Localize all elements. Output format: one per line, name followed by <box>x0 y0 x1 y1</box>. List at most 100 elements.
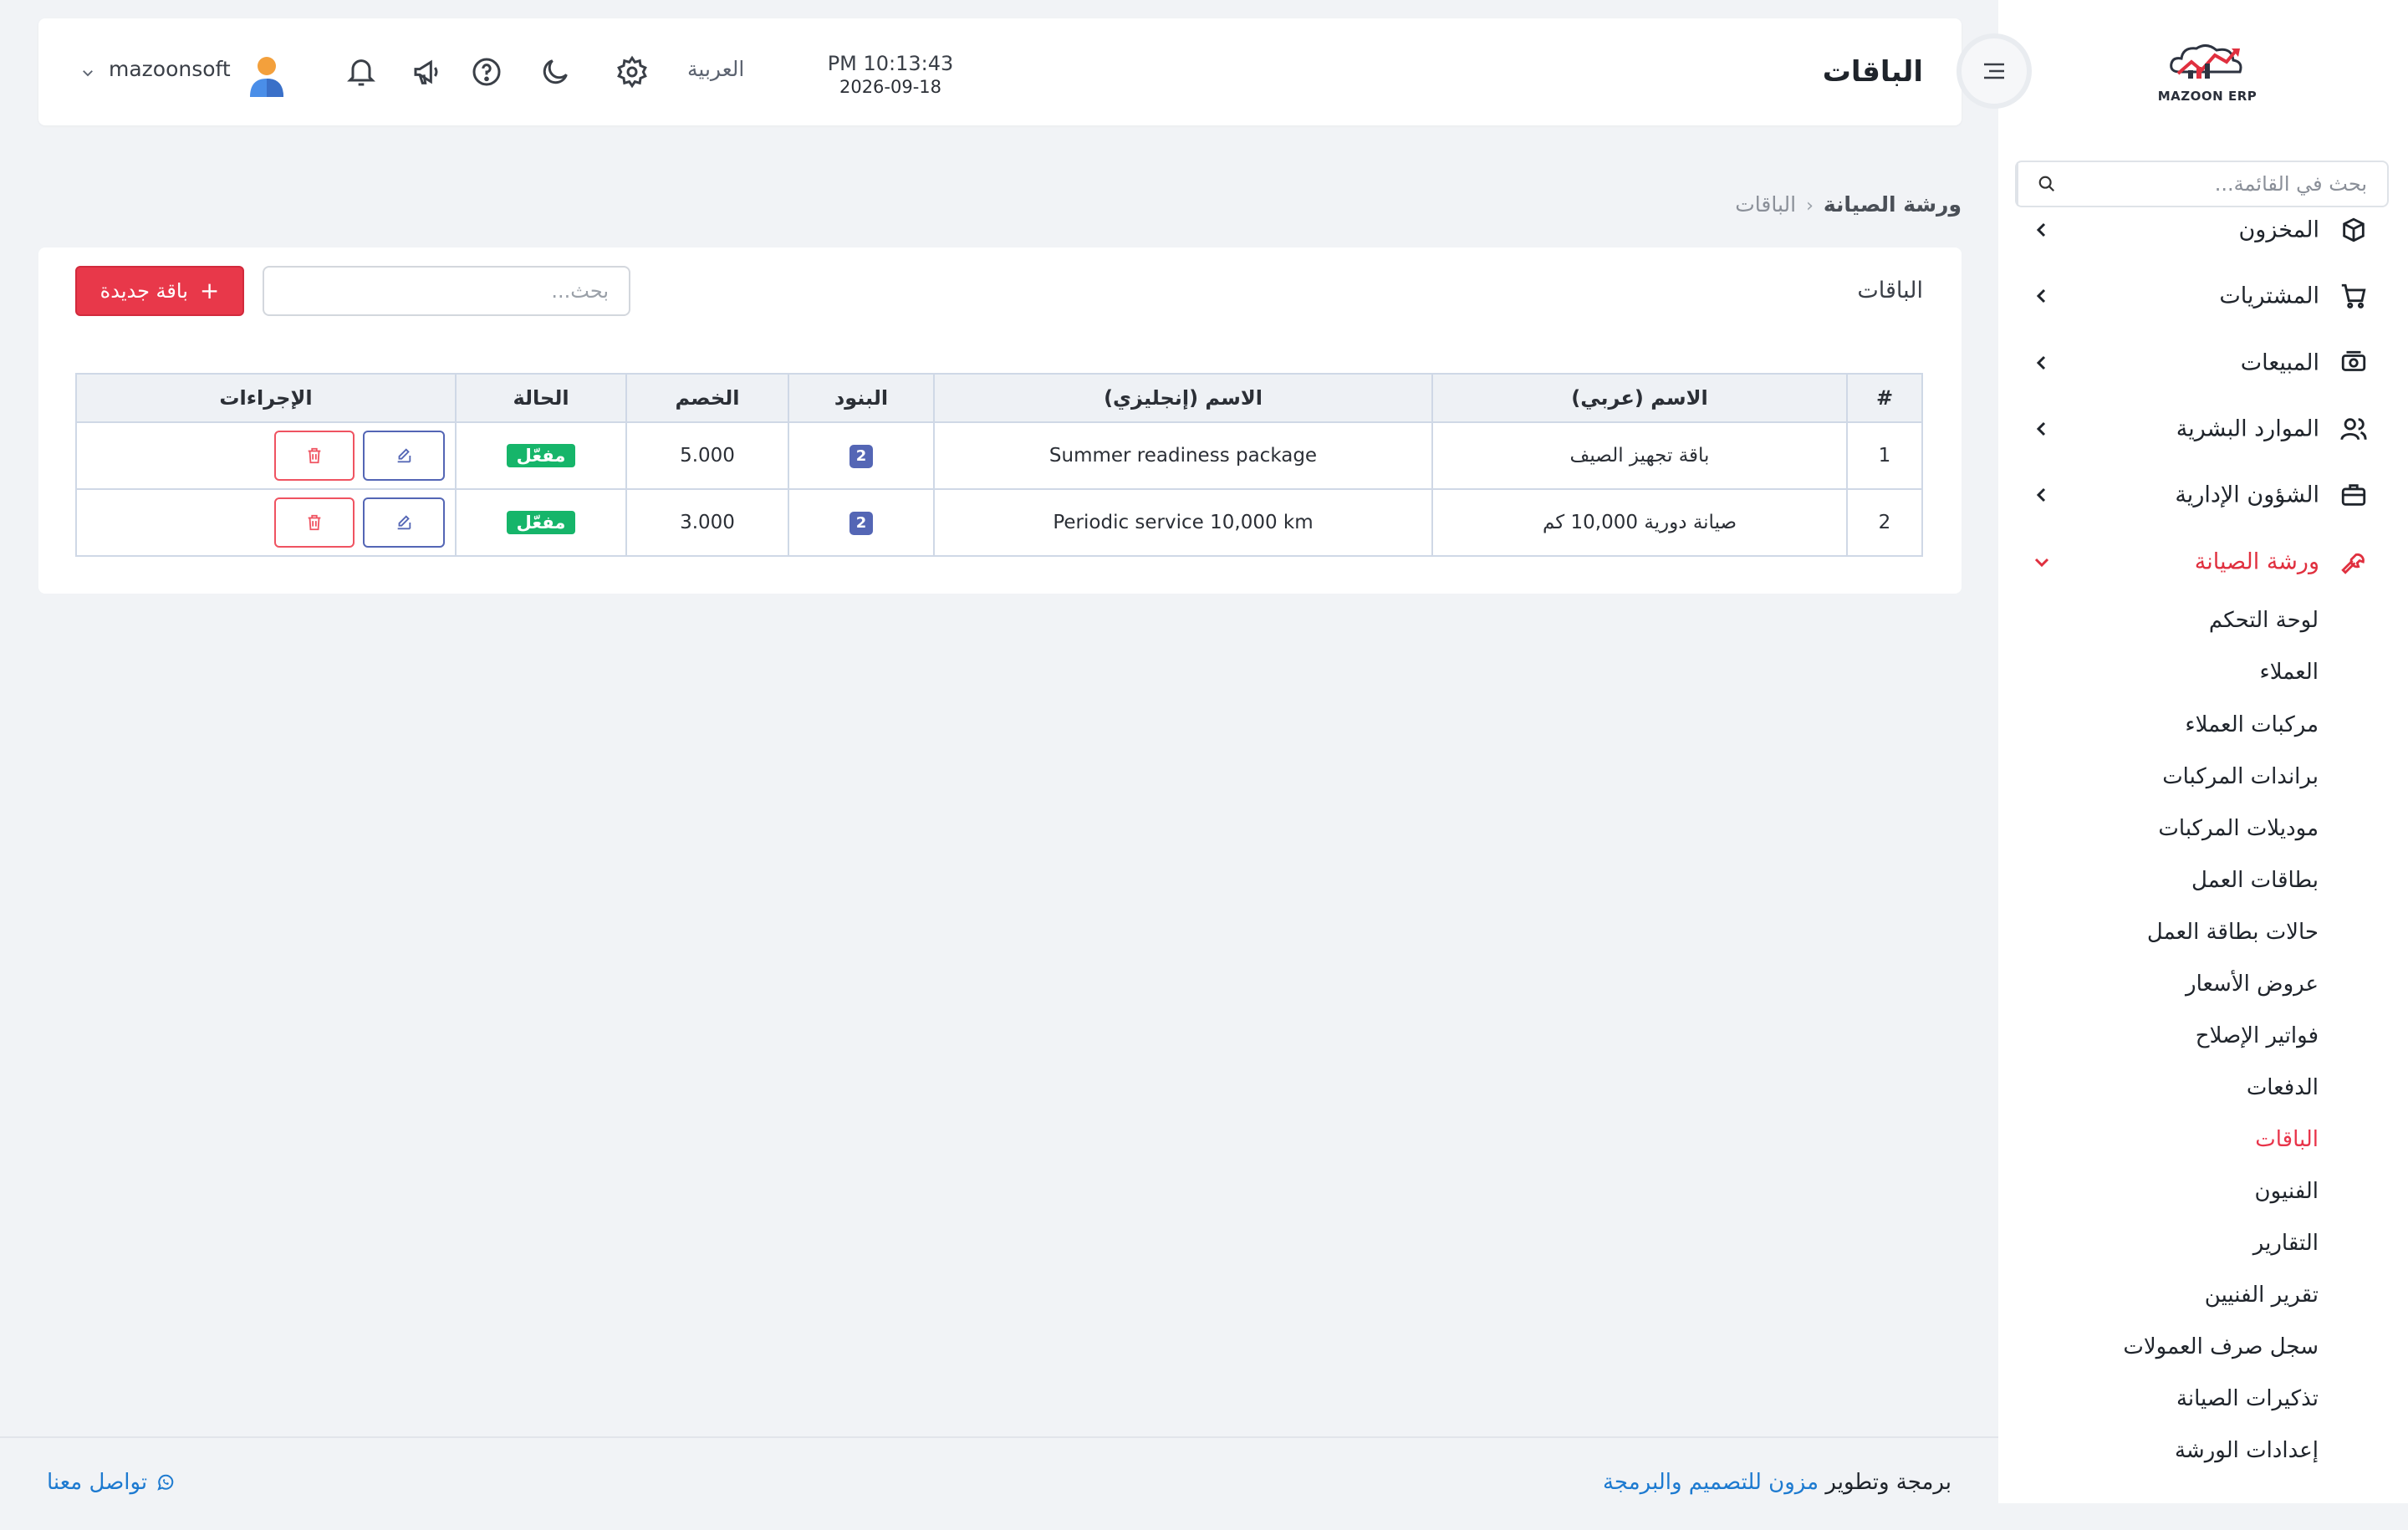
cell-items: 2 <box>788 488 935 557</box>
chevron-left-icon <box>2032 485 2052 505</box>
sidebar-search-input[interactable] <box>2075 162 2387 206</box>
submenu-commission-log[interactable]: سجل صرف العمولات <box>2123 1334 2319 1359</box>
app-logo[interactable]: MAZOON ERP <box>2145 37 2270 112</box>
packages-card: الباقات + باقة جديدة # الاسم (عربي) الاس… <box>38 247 1962 594</box>
megaphone-icon[interactable] <box>411 55 445 89</box>
edit-icon <box>397 448 411 463</box>
status-badge: مفعّل <box>506 511 576 534</box>
contact-link[interactable]: تواصل معنا <box>47 1470 176 1495</box>
submenu-packages[interactable]: الباقات <box>2255 1127 2319 1152</box>
moon-icon[interactable] <box>538 55 572 89</box>
sidebar-item-inventory[interactable]: المخزون <box>1998 205 2408 255</box>
language-switch[interactable]: العربية <box>687 57 744 81</box>
cell-status: مفعّل <box>455 421 627 490</box>
contact-label: تواصل معنا <box>47 1470 148 1495</box>
cell-name-en: Periodic service 10,000 km <box>933 488 1433 557</box>
delete-button[interactable] <box>274 497 355 548</box>
sidebar-item-label: الموارد البشرية <box>2176 416 2319 442</box>
footer-credit: برمجة وتطوير مزون للتصميم والبرمجة <box>1603 1470 1951 1495</box>
col-header-number: # <box>1846 373 1923 423</box>
avatar[interactable] <box>247 55 286 99</box>
submenu-job-card-statuses[interactable]: حالات بطاقة العمل <box>2147 920 2319 945</box>
col-header-items: البنود <box>788 373 935 423</box>
footer-credit-prefix: برمجة وتطوير <box>1825 1470 1951 1495</box>
box-icon <box>2339 216 2368 244</box>
gear-icon[interactable] <box>615 55 649 89</box>
sidebar-search[interactable] <box>2015 161 2389 207</box>
col-header-name-en: الاسم (إنجليزي) <box>933 373 1433 423</box>
footer-divider <box>0 1436 1998 1438</box>
sidebar-item-purchases[interactable]: المشتريات <box>1998 271 2408 321</box>
page-title: الباقات <box>1822 55 1923 89</box>
sidebar-item-label: الشؤون الإدارية <box>2175 482 2319 508</box>
sidebar-item-hr[interactable]: الموارد البشرية <box>1998 404 2408 454</box>
logo-mark-icon <box>2170 44 2242 79</box>
status-badge: مفعّل <box>506 444 576 467</box>
submenu-technicians-report[interactable]: تقرير الفنيين <box>2205 1283 2319 1308</box>
breadcrumb-parent[interactable]: ورشة الصيانة <box>1824 192 1962 217</box>
users-icon <box>2339 415 2368 443</box>
sidebar-item-label: المخزون <box>2238 217 2319 243</box>
help-icon[interactable] <box>470 55 503 89</box>
submenu-vehicle-models[interactable]: موديلات المركبات <box>2158 816 2319 841</box>
briefcase-icon <box>2339 481 2368 509</box>
cell-number: 2 <box>1846 488 1923 557</box>
cell-actions <box>75 421 457 490</box>
submenu-technicians[interactable]: الفنيون <box>2254 1179 2319 1204</box>
chevron-left-icon <box>2032 220 2052 240</box>
submenu-vehicle-brands[interactable]: براندات المركبات <box>2162 764 2319 789</box>
edit-icon <box>397 515 411 530</box>
sidebar-item-sales[interactable]: المبيعات <box>1998 338 2408 388</box>
top-header: الباقات PM 10:13:43 2026-09-18 العربية m… <box>38 18 1962 125</box>
submenu-payments[interactable]: الدفعات <box>2247 1075 2319 1100</box>
chevron-left-icon: ‹ <box>1806 196 1814 217</box>
cell-discount: 5.000 <box>625 421 789 490</box>
sidebar-item-admin[interactable]: الشؤون الإدارية <box>1998 470 2408 520</box>
logo-text: MAZOON ERP <box>2157 89 2258 104</box>
table-row: 1 باقة تجهيز الصيف Summer readiness pack… <box>75 421 1923 490</box>
submenu-repair-invoices[interactable]: فواتير الإصلاح <box>2196 1023 2319 1048</box>
cell-name-ar: صيانة دورية 10,000 كم <box>1431 488 1848 557</box>
breadcrumb: ورشة الصيانة ‹ الباقات <box>1735 192 1962 217</box>
col-header-discount: الخصم <box>625 373 789 423</box>
chevron-down-icon[interactable] <box>80 65 95 80</box>
submenu-reports[interactable]: التقارير <box>2253 1231 2319 1256</box>
username[interactable]: mazoonsoft <box>109 57 231 81</box>
submenu-quotations[interactable]: عروض الأسعار <box>2186 972 2319 997</box>
col-header-name-ar: الاسم (عربي) <box>1431 373 1848 423</box>
table-header-row: # الاسم (عربي) الاسم (إنجليزي) البنود ال… <box>75 373 1923 423</box>
breadcrumb-current: الباقات <box>1735 192 1797 217</box>
sidebar-item-workshop[interactable]: ورشة الصيانة <box>1998 537 2408 587</box>
trash-icon <box>308 514 321 531</box>
submenu-maintenance-reminders[interactable]: تذكيرات الصيانة <box>2176 1386 2319 1411</box>
search-icon[interactable] <box>2017 162 2075 206</box>
cell-number: 1 <box>1846 421 1923 490</box>
plus-icon: + <box>199 277 220 304</box>
submenu-workshop-settings[interactable]: إعدادات الورشة <box>2175 1438 2319 1463</box>
items-count-badge: 2 <box>849 444 873 468</box>
table-row: 2 صيانة دورية 10,000 كم Periodic service… <box>75 488 1923 557</box>
sidebar-item-label: ورشة الصيانة <box>2194 548 2319 575</box>
search-input[interactable] <box>263 266 630 316</box>
chevron-left-icon <box>2032 419 2052 439</box>
submenu-dashboard[interactable]: لوحة التحكم <box>2209 608 2319 633</box>
edit-button[interactable] <box>363 497 445 548</box>
edit-button[interactable] <box>363 431 445 481</box>
cell-name-en: Summer readiness package <box>933 421 1433 490</box>
chevron-down-icon <box>2032 552 2052 572</box>
cart-icon <box>2339 282 2368 310</box>
sidebar-item-label: المشتريات <box>2219 283 2319 309</box>
submenu-customers[interactable]: العملاء <box>2260 660 2319 685</box>
card-title: الباقات <box>1857 278 1923 303</box>
submenu-customer-vehicles[interactable]: مركبات العملاء <box>2185 712 2319 737</box>
footer-credit-link[interactable]: مزون للتصميم والبرمجة <box>1603 1470 1819 1495</box>
chevron-left-icon <box>2032 353 2052 373</box>
submenu-job-cards[interactable]: بطاقات العمل <box>2191 868 2319 893</box>
trash-icon <box>308 447 321 464</box>
bell-icon[interactable] <box>344 55 378 89</box>
delete-button[interactable] <box>274 431 355 481</box>
cash-icon <box>2339 349 2368 377</box>
new-package-button[interactable]: + باقة جديدة <box>75 266 244 316</box>
sidebar-item-label: المبيعات <box>2240 349 2319 376</box>
menu-toggle-button[interactable] <box>1956 33 2032 109</box>
